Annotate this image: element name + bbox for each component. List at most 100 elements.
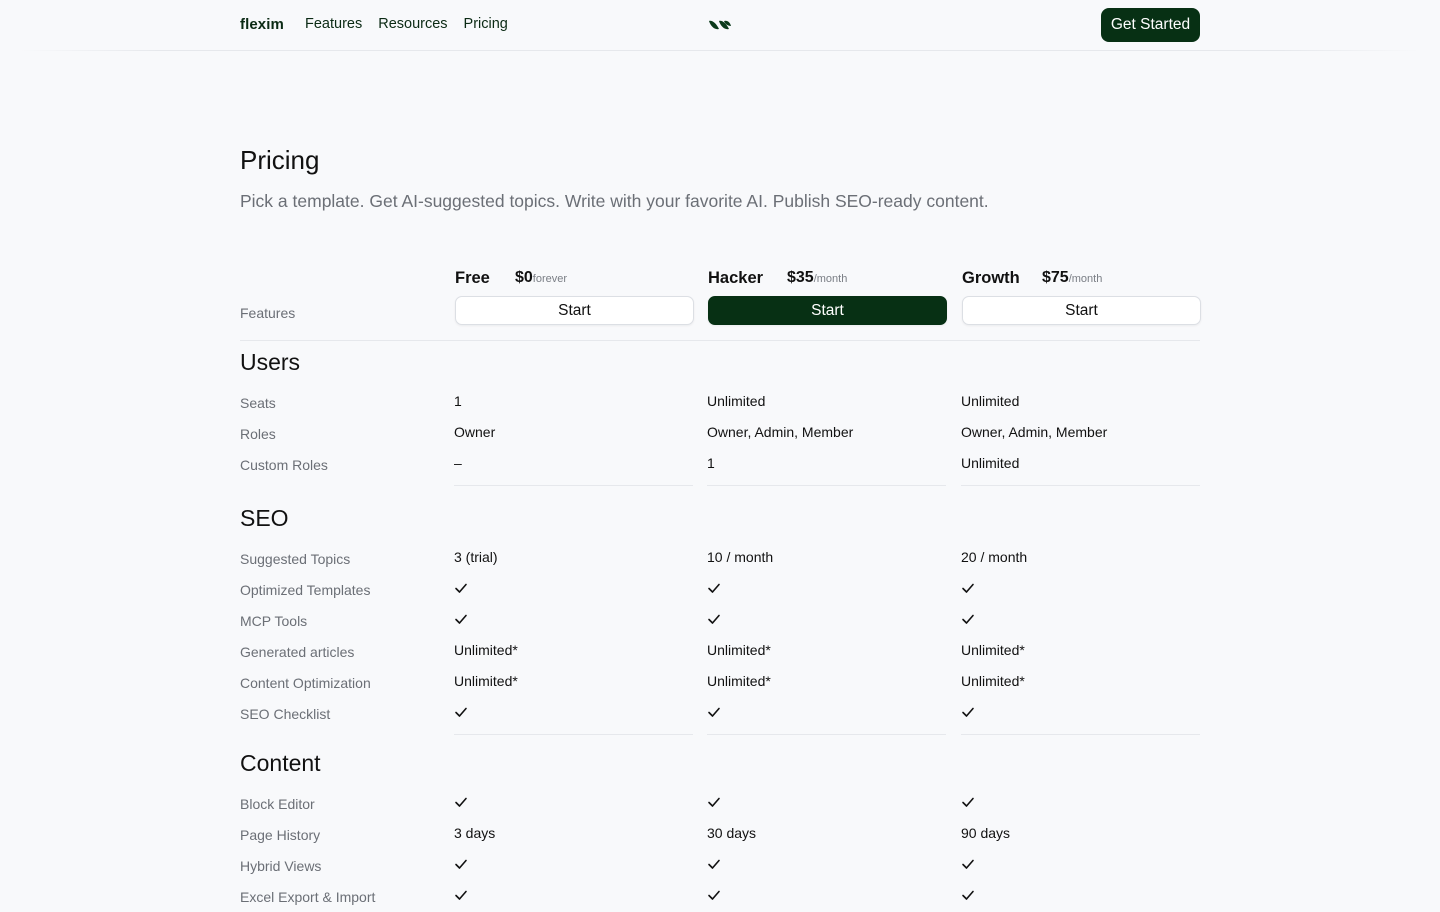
plan-name: Growth — [962, 269, 1020, 287]
feature-label: Excel Export & Import — [240, 889, 376, 905]
feature-value: Unlimited* — [961, 673, 1025, 689]
feature-value: Owner, Admin, Member — [961, 424, 1108, 440]
get-started-button[interactable]: Get Started — [1101, 8, 1200, 42]
feature-value: 30 days — [707, 825, 757, 841]
price-period: forever — [532, 273, 568, 285]
section-divider — [707, 485, 946, 486]
section-title: Content — [240, 750, 321, 776]
feature-row: Generated articles Unlimited* Unlimited* Un… — [240, 636, 1200, 667]
section-divider — [707, 734, 946, 735]
brand-link[interactable]: flexim — [240, 16, 284, 33]
check-icon — [961, 612, 975, 629]
feature-label: Block Editor — [240, 796, 315, 812]
feature-label: Generated articles — [240, 644, 355, 660]
check-icon — [454, 888, 468, 905]
feature-value: Unlimited — [961, 455, 1020, 471]
feature-label: Suggested Topics — [240, 551, 351, 567]
feature-row: Hybrid Views — [240, 850, 1200, 881]
feature-value: Unlimited — [707, 393, 766, 409]
feature-label: MCP Tools — [240, 613, 308, 629]
start-hacker-button[interactable]: Start — [708, 296, 947, 325]
check-icon — [454, 857, 468, 874]
check-icon — [454, 705, 468, 722]
feature-label: Hybrid Views — [240, 858, 322, 874]
feature-row: Roles Owner Owner, Admin, Member Owner, Adm… — [240, 418, 1200, 449]
feature-row: MCP Tools — [240, 605, 1200, 636]
check-icon — [961, 795, 975, 812]
plan-price: $35/month — [787, 269, 847, 287]
feature-value: Unlimited* — [707, 673, 771, 689]
feature-value: Unlimited — [961, 393, 1020, 409]
feature-value: Owner, Admin, Member — [707, 424, 854, 440]
section-divider — [454, 485, 693, 486]
section-title: Users — [240, 349, 301, 375]
check-icon — [961, 888, 975, 905]
plan-name: Free — [455, 269, 490, 287]
price-amount: $35 — [787, 269, 814, 286]
section-divider — [961, 485, 1200, 486]
check-icon — [707, 612, 721, 629]
section-title: SEO — [240, 505, 289, 531]
start-free-button[interactable]: Start — [455, 296, 694, 325]
feature-row: Content Optimization Unlimited* Unlimited*… — [240, 667, 1200, 698]
check-icon — [961, 581, 975, 598]
feature-value: Owner — [454, 424, 496, 440]
feature-value: Unlimited* — [454, 642, 518, 658]
page-subtitle: Pick a template. Get AI-suggested topics… — [240, 191, 989, 211]
feature-label: Content Optimization — [240, 675, 371, 691]
feature-value: Unlimited* — [454, 673, 518, 689]
plan-price: $75/month — [1042, 269, 1102, 287]
feature-label: Roles — [240, 426, 276, 442]
feature-value: 20 / month — [961, 549, 1028, 565]
feature-row: Suggested Topics 3 (trial) 10 / month 20 / … — [240, 543, 1200, 574]
feature-row: Excel Export & Import — [240, 881, 1200, 912]
feature-value: 3 days — [454, 825, 496, 841]
price-period: /month — [1068, 273, 1103, 285]
check-icon — [454, 795, 468, 812]
plan-price: $0forever — [515, 269, 567, 287]
feature-value: 3 (trial) — [454, 549, 498, 565]
features-column-label: Features — [240, 305, 296, 321]
feature-label: Page History — [240, 827, 321, 843]
section-divider — [454, 734, 693, 735]
nav-divider — [20, 50, 1420, 51]
section-divider — [961, 734, 1200, 735]
nav-links: Features Resources Pricing — [305, 16, 508, 32]
feature-row: Custom Roles – 1 Unlimited — [240, 449, 1200, 480]
check-icon — [707, 581, 721, 598]
plan-name: Hacker — [708, 269, 764, 287]
feature-label: SEO Checklist — [240, 706, 331, 722]
nav-link-resources[interactable]: Resources — [378, 16, 447, 32]
feature-label: Custom Roles — [240, 457, 328, 473]
feature-value: 1 — [707, 455, 715, 471]
page-title: Pricing — [240, 145, 320, 175]
feature-row: Optimized Templates — [240, 574, 1200, 605]
check-icon — [961, 857, 975, 874]
check-icon — [707, 888, 721, 905]
check-icon — [707, 857, 721, 874]
price-amount: $75 — [1042, 269, 1069, 286]
feature-label: Optimized Templates — [240, 582, 371, 598]
check-icon — [961, 705, 975, 722]
nav-link-pricing[interactable]: Pricing — [464, 16, 508, 32]
check-icon — [454, 581, 468, 598]
feature-value: Unlimited* — [707, 642, 771, 658]
check-icon — [454, 612, 468, 629]
feature-value: Unlimited* — [961, 642, 1025, 658]
start-growth-button[interactable]: Start — [962, 296, 1201, 325]
top-nav: flexim Features Resources Pricing Get St… — [0, 0, 1440, 51]
check-icon — [707, 705, 721, 722]
price-period: /month — [813, 273, 848, 285]
price-amount: $0 — [515, 269, 533, 286]
feature-row: Block Editor — [240, 788, 1200, 819]
feature-value: – — [454, 455, 462, 471]
feature-row: Page History 3 days 30 days 90 days — [240, 819, 1200, 850]
feature-row: Seats 1 Unlimited Unlimited — [240, 387, 1200, 418]
feature-value: 90 days — [961, 825, 1011, 841]
feature-value: 10 / month — [707, 549, 774, 565]
header-divider — [240, 340, 1200, 341]
feature-value: 1 — [454, 393, 462, 409]
feature-label: Seats — [240, 395, 276, 411]
double-leaf-logo-icon[interactable] — [708, 17, 732, 33]
nav-link-features[interactable]: Features — [305, 16, 362, 32]
